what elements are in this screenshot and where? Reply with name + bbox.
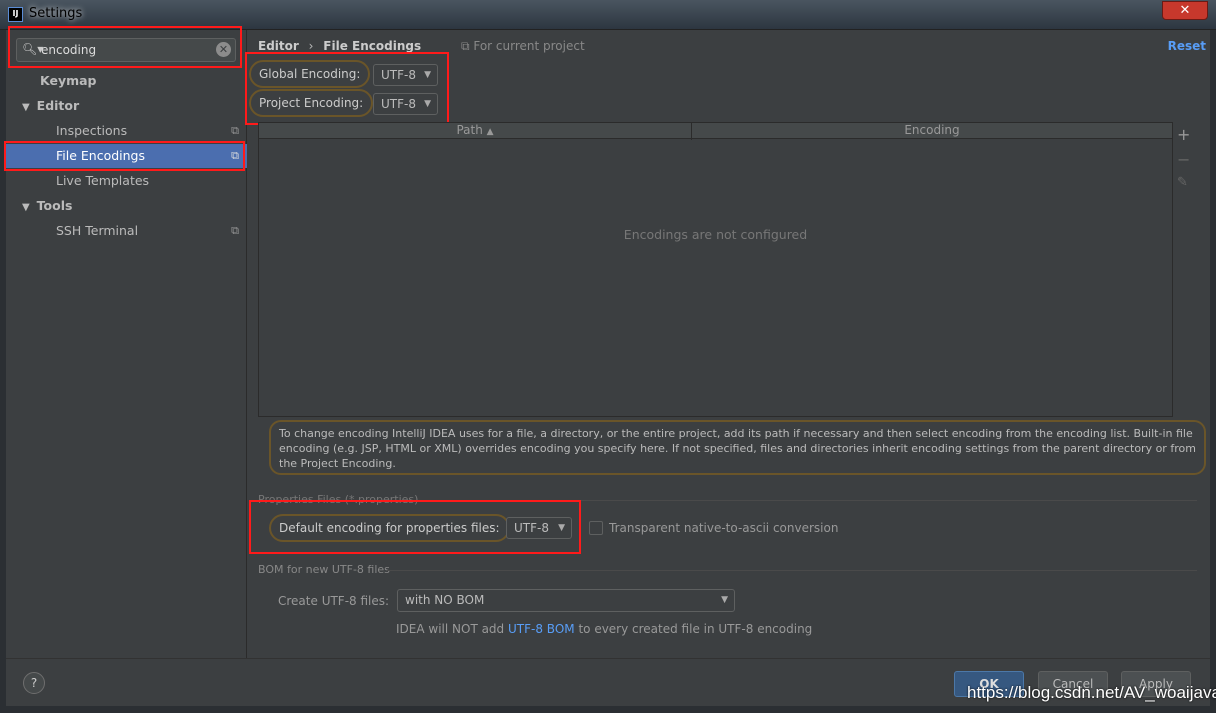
breadcrumb-file-encodings: File Encodings	[323, 39, 422, 53]
expand-triangle-icon: ▼	[22, 102, 37, 113]
help-button[interactable]: ?	[23, 672, 45, 694]
create-utf8-label: Create UTF-8 files:	[278, 594, 390, 608]
intellij-app-icon: IJ	[8, 7, 23, 22]
highlight-box	[4, 141, 245, 171]
sidebar-item-inspections[interactable]: Inspections ⧉	[6, 119, 247, 143]
project-scope-icon: ⧉	[460, 39, 470, 53]
divider	[387, 570, 1197, 571]
scope-label: For current project	[473, 39, 585, 53]
reset-link[interactable]: Reset	[1168, 39, 1206, 53]
breadcrumb-separator: ›	[308, 39, 314, 53]
sidebar-item-ssh-terminal[interactable]: SSH Terminal ⧉	[6, 219, 247, 243]
dropdown-value: UTF-8	[514, 521, 549, 535]
clear-search-icon[interactable]: ✕	[216, 42, 231, 57]
native-to-ascii-label: Transparent native-to-ascii conversion	[609, 521, 839, 535]
column-header-path[interactable]: Path ▲	[259, 123, 692, 140]
native-to-ascii-checkbox[interactable]	[589, 521, 603, 535]
properties-encoding-label: Default encoding for properties files:	[269, 514, 510, 542]
sidebar-item-tools[interactable]: ▼ Tools	[6, 194, 247, 218]
bom-section-title: BOM for new UTF-8 files	[258, 563, 390, 576]
sidebar-item-label: Tools	[36, 198, 73, 213]
bom-note-text: to every created file in UTF-8 encoding	[578, 622, 813, 636]
sidebar-item-label: Inspections	[56, 123, 128, 138]
close-button[interactable]: ✕	[1162, 1, 1208, 20]
chevron-down-icon: ▼	[558, 523, 565, 533]
chevron-down-icon: ▼	[424, 99, 431, 109]
settings-sidebar: 🔍︎▾ ✕ Keymap ▼ Editor Inspections⧉ File …	[4, 26, 247, 658]
empty-table-text: Encodings are not configured	[623, 227, 808, 242]
global-encoding-dropdown[interactable]: UTF-8 ▼	[373, 64, 438, 86]
search-field[interactable]: 🔍︎▾ ✕	[16, 38, 236, 62]
utf8-bom-link[interactable]: UTF-8 BOM	[508, 622, 575, 636]
column-label: Path	[456, 123, 483, 137]
project-encoding-dropdown[interactable]: UTF-8 ▼	[373, 93, 438, 115]
encodings-table: Path ▲ Encoding Encodings are not config…	[258, 122, 1173, 417]
table-header: Path ▲ Encoding	[259, 123, 1172, 140]
bom-dropdown[interactable]: with NO BOM ▼	[397, 589, 735, 612]
sidebar-item-label: SSH Terminal	[56, 223, 139, 238]
sidebar-item-keymap[interactable]: Keymap	[6, 69, 247, 93]
sidebar-item-label: Editor	[36, 98, 80, 113]
sidebar-item-editor[interactable]: ▼ Editor	[6, 94, 247, 118]
edit-icon[interactable]: ✎	[1177, 175, 1188, 190]
encoding-help-text: To change encoding IntelliJ IDEA uses fo…	[269, 420, 1206, 475]
chevron-down-icon: ▼	[721, 595, 728, 605]
expand-triangle-icon: ▼	[22, 202, 37, 213]
project-scope-icon: ⧉	[231, 124, 239, 137]
remove-icon[interactable]: −	[1177, 150, 1190, 169]
watermark: https://blog.csdn.net/AV_woaijava	[967, 683, 1216, 702]
sidebar-item-label: Live Templates	[56, 173, 150, 188]
column-header-encoding[interactable]: Encoding	[692, 123, 1172, 138]
search-input[interactable]	[41, 41, 211, 59]
dropdown-value: UTF-8	[381, 97, 416, 111]
dropdown-value: with NO BOM	[405, 593, 485, 607]
chevron-down-icon: ▼	[424, 70, 431, 80]
sidebar-item-label: Keymap	[40, 73, 97, 88]
project-scope-icon: ⧉	[231, 224, 239, 237]
sidebar-item-live-templates[interactable]: Live Templates	[6, 169, 247, 193]
bom-note: IDEA will NOT add UTF-8 BOM to every cre…	[396, 622, 812, 636]
window-title: Settings	[29, 6, 83, 21]
properties-encoding-dropdown[interactable]: UTF-8 ▼	[506, 517, 572, 539]
global-encoding-label: Global Encoding:	[249, 60, 371, 88]
breadcrumb-editor: Editor	[258, 39, 299, 53]
project-encoding-label: Project Encoding:	[249, 89, 374, 117]
bom-note-text: IDEA will NOT add	[396, 622, 505, 636]
sort-ascending-icon: ▲	[486, 127, 494, 137]
dropdown-value: UTF-8	[381, 68, 416, 82]
add-icon[interactable]: +	[1177, 125, 1190, 144]
settings-main-panel: Editor › File Encodings ⧉ For current pr…	[245, 30, 1210, 658]
